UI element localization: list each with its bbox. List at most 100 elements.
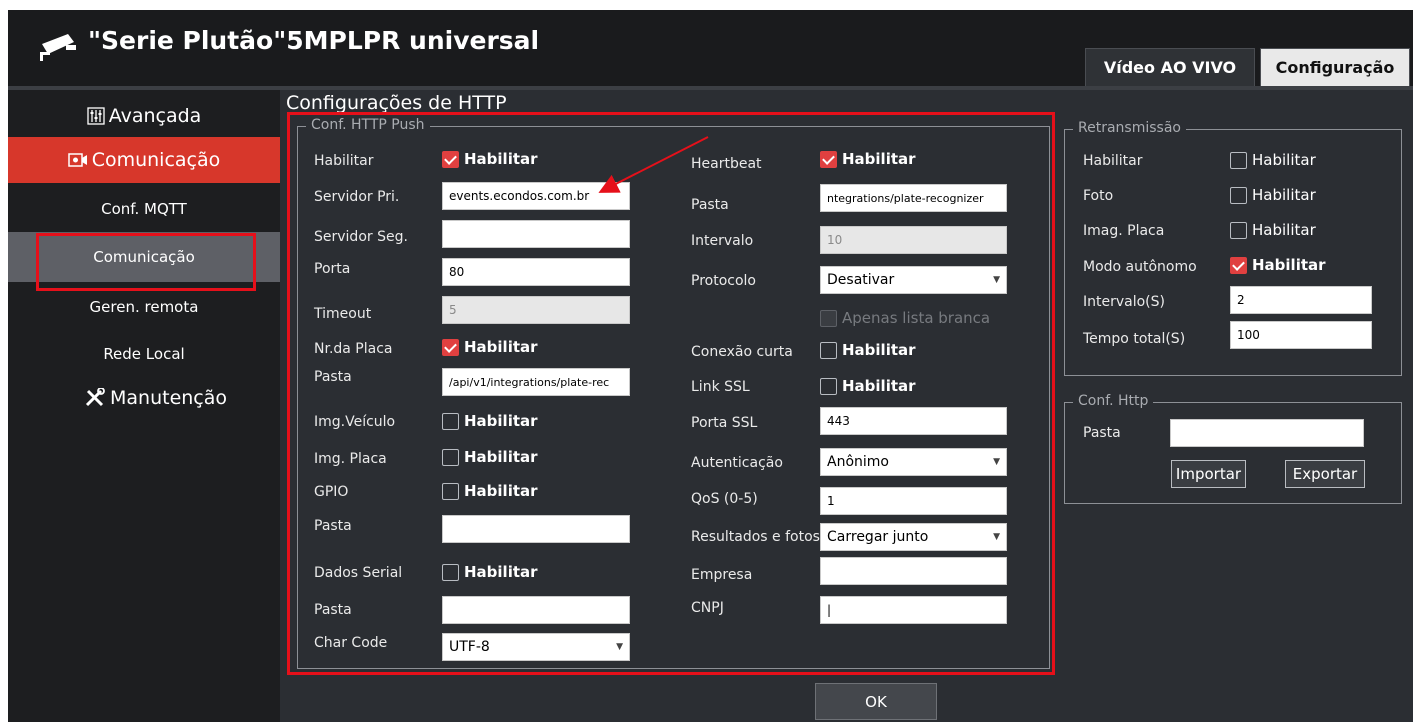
nr-placa-checkbox[interactable]: Habilitar [442,338,538,356]
checkbox-icon [820,341,837,359]
intervalo-input: 10 [820,226,1007,254]
qos-input[interactable]: 1 [820,487,1007,515]
tempo-total-input[interactable]: 100 [1230,321,1372,349]
checkbox-label: Habilitar [464,448,538,466]
sidebar-item-comunicacao-group[interactable]: Comunicação [8,137,280,183]
img-veiculo-checkbox[interactable]: Habilitar [442,412,538,430]
retrans-foto-checkbox[interactable]: Habilitar [1230,186,1316,204]
sidebar-item-label: Manutenção [110,387,228,409]
porta-label: Porta [314,261,351,277]
app-title: "Serie Plutão"5MPLPR universal [88,26,540,55]
sidebar-item-avancada[interactable]: Avançada [8,96,280,136]
pasta-gpio-label: Pasta [314,518,352,534]
checkbox-icon [1230,186,1247,204]
checkbox-label: Habilitar [1252,186,1316,204]
servidor-seg-input[interactable] [442,220,630,248]
checkbox-icon [820,377,837,395]
chevron-down-icon: ▼ [616,642,623,652]
dados-serial-checkbox[interactable]: Habilitar [442,563,538,581]
exportar-button[interactable]: Exportar [1285,460,1365,488]
img-placa-checkbox[interactable]: Habilitar [442,448,538,466]
empresa-label: Empresa [691,567,753,583]
checkbox-label: Habilitar [464,412,538,430]
sidebar-item-conf-mqtt[interactable]: Conf. MQTT [8,190,280,228]
tab-video-ao-vivo[interactable]: Vídeo AO VIVO [1085,48,1255,86]
camera-logo-icon [40,34,76,61]
checkbox-label: Habilitar [842,341,916,359]
protocolo-select[interactable]: Desativar ▼ [820,266,1007,294]
pasta-serial-label: Pasta [314,602,352,618]
retrans-habilitar-label: Habilitar [1083,153,1143,169]
porta-ssl-input[interactable]: 443 [820,407,1007,435]
timeout-input: 5 [442,296,630,324]
sidebar-item-manutencao[interactable]: Manutenção [8,378,280,418]
checkbox-icon [1230,151,1247,169]
cnpj-input[interactable]: | [820,596,1007,624]
heartbeat-checkbox[interactable]: Habilitar [820,150,916,168]
autenticacao-select[interactable]: Anônimo ▼ [820,448,1007,476]
chevron-down-icon: ▼ [993,275,1000,285]
importar-button[interactable]: Importar [1171,460,1246,488]
link-ssl-checkbox[interactable]: Habilitar [820,377,916,395]
empresa-input[interactable] [820,557,1007,585]
heartbeat-label: Heartbeat [691,156,762,172]
conf-http-group: Conf. Http [1064,393,1402,504]
checkbox-label: Apenas lista branca [842,309,991,327]
ok-button[interactable]: OK [815,683,937,720]
checkbox-icon [442,563,459,581]
checkbox-label: Habilitar [1252,151,1316,169]
checkbox-icon [442,448,459,466]
sidebar-item-label: Comunicação [91,149,221,171]
checkbox-icon [820,309,837,327]
checkbox-icon [1230,221,1247,239]
servidor-pri-input[interactable]: events.econdos.com.br [442,182,630,210]
pasta-label: Pasta [314,369,352,385]
pasta-gpio-input[interactable] [442,515,630,543]
retrans-intervalo-input[interactable]: 2 [1230,286,1372,314]
qos-label: QoS (0-5) [691,491,758,507]
checkbox-label: Habilitar [464,563,538,581]
sidebar: Avançada Comunicação Conf. MQTT Comunica… [8,90,280,722]
sliders-icon [87,107,105,125]
img-placa-label: Img. Placa [314,451,387,467]
retrans-habilitar-checkbox[interactable]: Habilitar [1230,151,1316,169]
habilitar-label: Habilitar [314,153,374,169]
header-bar: "Serie Plutão"5MPLPR universal Vídeo AO … [8,10,1413,86]
select-value: Anônimo [827,454,889,470]
retrans-imag-placa-checkbox[interactable]: Habilitar [1230,221,1316,239]
conf-http-legend: Conf. Http [1073,393,1154,409]
autenticacao-label: Autenticação [691,455,783,471]
porta-ssl-label: Porta SSL [691,415,758,431]
checkbox-label: Habilitar [842,377,916,395]
timeout-label: Timeout [314,306,372,322]
modo-autonomo-checkbox[interactable]: Habilitar [1230,256,1326,274]
retransmissao-legend: Retransmissão [1073,120,1186,136]
pasta-serial-input[interactable] [442,596,630,624]
porta-input[interactable]: 80 [442,258,630,286]
hb-pasta-input[interactable]: ntegrations/plate-recognizer [820,184,1007,212]
char-code-select[interactable]: UTF-8 ▼ [442,633,630,661]
checkbox-checked-icon [820,150,837,168]
http-push-legend: Conf. HTTP Push [306,117,430,133]
conexao-curta-checkbox[interactable]: Habilitar [820,341,916,359]
conf-http-pasta-input[interactable] [1170,419,1364,447]
sidebar-item-geren-remota[interactable]: Geren. remota [8,288,280,326]
checkbox-icon [442,412,459,430]
resultados-select[interactable]: Carregar junto ▼ [820,523,1007,551]
cnpj-label: CNPJ [691,600,724,616]
checkbox-label: Habilitar [1252,221,1316,239]
habilitar-checkbox[interactable]: Habilitar [442,150,538,168]
sidebar-item-rede-local[interactable]: Rede Local [8,335,280,373]
modo-autonomo-label: Modo autônomo [1083,259,1197,275]
chevron-down-icon: ▼ [993,457,1000,467]
sidebar-item-comunicacao[interactable]: Comunicação [8,232,280,282]
pasta-input[interactable]: /api/v1/integrations/plate-rec [442,368,630,396]
dados-serial-label: Dados Serial [314,565,403,581]
gpio-label: GPIO [314,484,349,500]
checkbox-label: Habilitar [464,338,538,356]
conexao-curta-label: Conexão curta [691,344,793,360]
chevron-down-icon: ▼ [993,532,1000,542]
tab-configuracao[interactable]: Configuração [1260,48,1410,86]
gpio-checkbox[interactable]: Habilitar [442,482,538,500]
select-value: Desativar [827,272,895,288]
